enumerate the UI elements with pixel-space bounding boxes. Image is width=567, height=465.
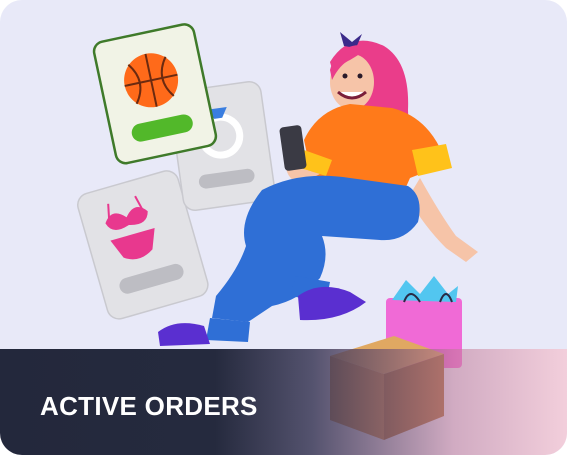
phone-icon — [279, 125, 307, 171]
card-title: ACTIVE ORDERS — [40, 391, 258, 421]
active-orders-card[interactable]: ACTIVE ORDERS — [0, 0, 567, 455]
product-card-basketball — [92, 23, 218, 165]
